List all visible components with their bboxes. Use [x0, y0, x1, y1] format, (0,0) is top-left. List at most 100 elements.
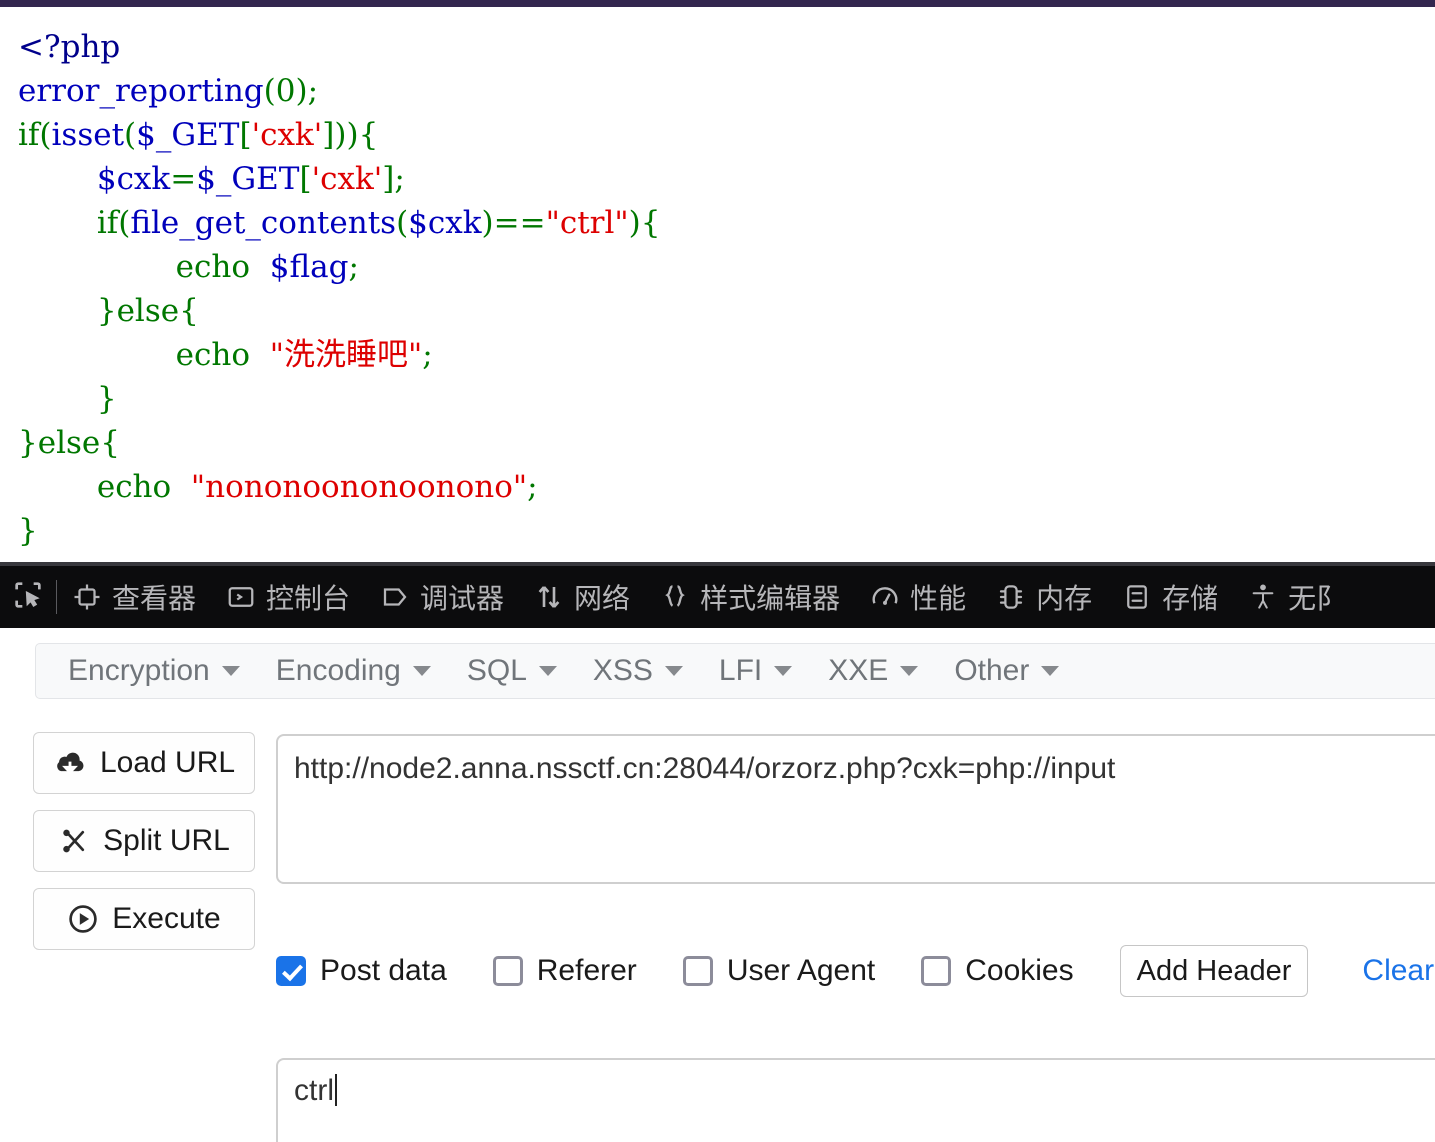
code-token: else [37, 425, 101, 461]
code-token: 'cxk' [251, 117, 323, 153]
hackbar-menu-encoding[interactable]: Encoding [258, 654, 449, 688]
element-picker-icon [11, 578, 45, 617]
code-token: $cxk [96, 161, 171, 197]
hackbar-menu-xxe[interactable]: XXE [810, 654, 936, 688]
clear-all-link[interactable]: Clear All [1362, 954, 1435, 988]
code-token: ; [394, 161, 405, 197]
devtools-tab-debugger[interactable]: 调试器 [365, 566, 519, 628]
hackbar-menu-lfi[interactable]: LFI [701, 654, 810, 688]
hackbar-menu-label: Encryption [68, 654, 210, 687]
devtools-tab-storage[interactable]: 存储 [1107, 566, 1233, 628]
user-agent-checkbox[interactable] [682, 956, 713, 986]
chevron-down-icon [221, 666, 240, 676]
devtools-tab-style-editor[interactable]: 样式编辑器 [645, 566, 855, 628]
code-token: ( [39, 117, 52, 153]
devtools-tab-console[interactable]: 控制台 [211, 566, 365, 628]
code-token: echo [175, 249, 251, 285]
code-token: ( [124, 117, 137, 153]
text-cursor [335, 1074, 337, 1106]
code-token: "ctrl" [545, 205, 629, 241]
code-token: ( [118, 205, 131, 241]
devtools-tab-network[interactable]: 网络 [519, 566, 645, 628]
inspector-icon [72, 582, 102, 612]
code-token: } [18, 425, 38, 461]
page-content-area: <?php error_reporting(0); if(isset($_GET… [0, 7, 1435, 562]
code-token: } [18, 513, 38, 549]
devtools-tab-label: 样式编辑器 [700, 582, 841, 615]
option-referer[interactable]: Referer [492, 954, 637, 988]
cloud-download-icon [53, 748, 87, 778]
load-url-button[interactable]: Load URL [33, 732, 255, 794]
button-label: Load URL [99, 746, 236, 779]
hackbar-menu-xss[interactable]: XSS [575, 654, 701, 688]
hackbar-menu-sql[interactable]: SQL [449, 654, 575, 688]
code-token: { [358, 117, 379, 153]
code-token: "nononoononoonono" [190, 469, 528, 505]
code-token: $_GET [196, 161, 300, 197]
button-label: Execute [112, 902, 221, 935]
split-url-button[interactable]: Split URL [33, 810, 255, 872]
option-post-data[interactable]: Post data [276, 954, 447, 988]
code-token: ( [396, 205, 409, 241]
devtools-tab-memory[interactable]: 内存 [981, 566, 1107, 628]
code-token: "洗洗睡吧" [269, 337, 423, 373]
post-data-input[interactable]: ctrl [276, 1058, 1435, 1142]
code-token: $_GET [136, 117, 240, 153]
play-circle-icon [67, 903, 99, 935]
url-input[interactable]: http://node2.anna.nssctf.cn:28044/orzorz… [276, 734, 1435, 884]
chevron-down-icon [538, 666, 557, 676]
post-data-checkbox[interactable] [276, 956, 306, 986]
devtools-tab-label: 查看器 [112, 582, 197, 615]
devtools-tab-label: 内存 [1036, 582, 1093, 615]
execute-button[interactable]: Execute [33, 888, 255, 950]
hackbar-menu-encryption[interactable]: Encryption [50, 654, 258, 688]
code-token: $flag [269, 249, 349, 285]
storage-icon [1122, 582, 1152, 612]
chevron-down-icon [900, 666, 919, 676]
option-label: User Agent [726, 954, 876, 987]
devtools-tab-label: 网络 [574, 582, 631, 615]
network-icon [534, 582, 564, 612]
memory-icon [996, 582, 1026, 612]
cookies-checkbox[interactable] [921, 956, 952, 986]
option-label: Post data [320, 954, 447, 987]
code-token: = [170, 161, 197, 197]
element-picker-button[interactable] [0, 566, 56, 628]
code-token: { [100, 425, 120, 461]
devtools-tab-label: 调试器 [420, 582, 505, 615]
devtools-tab-label: 存储 [1162, 582, 1219, 615]
hackbar-menu-other[interactable]: Other [936, 654, 1077, 688]
code-token: ( [263, 73, 276, 109]
code-token: else [116, 293, 180, 329]
devtools-tab-inspector[interactable]: 查看器 [57, 566, 211, 628]
code-token: $cxk [408, 205, 482, 241]
code-token: if [18, 117, 40, 153]
code-token: ; [422, 337, 433, 373]
devtools-tab-accessibility[interactable]: 无阝 [1233, 566, 1359, 628]
accessibility-icon [1248, 582, 1278, 612]
performance-icon [870, 582, 900, 612]
add-header-button[interactable]: Add Header [1119, 945, 1309, 997]
option-cookies[interactable]: Cookies [921, 954, 1074, 988]
hackbar-menu-label: Encoding [275, 654, 401, 687]
hackbar-panel: Encryption Encoding SQL XSS LFI XXE Othe… [0, 628, 1435, 1142]
code-token: [ [239, 117, 252, 153]
chevron-down-icon [1041, 666, 1060, 676]
chevron-down-icon [412, 666, 431, 676]
devtools-tab-label: 无阝 [1288, 582, 1345, 615]
devtools-tab-label: 性能 [910, 582, 967, 615]
code-token: [ [299, 161, 312, 197]
option-user-agent[interactable]: User Agent [682, 954, 876, 988]
devtools-tab-performance[interactable]: 性能 [855, 566, 981, 628]
referer-checkbox[interactable] [492, 956, 523, 986]
post-data-value: ctrl [294, 1074, 334, 1107]
code-token: { [179, 293, 199, 329]
hackbar-menu-label: SQL [466, 654, 527, 687]
